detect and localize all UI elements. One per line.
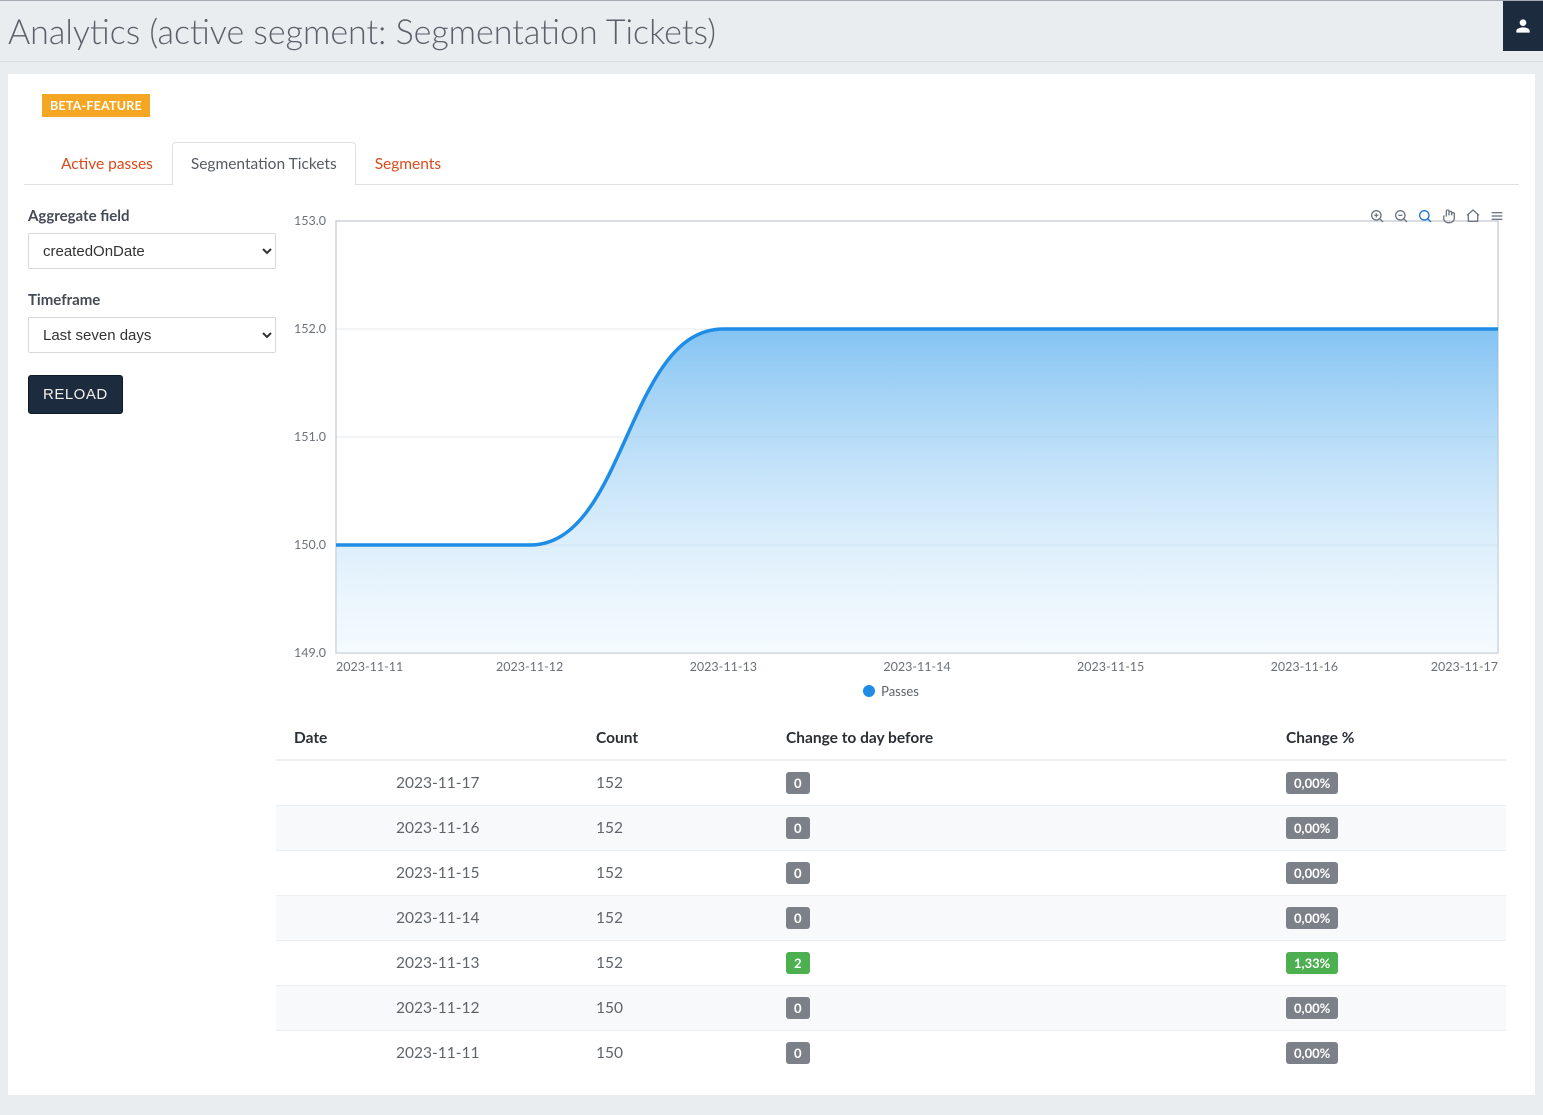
pct-chip: 1,33% [1286, 952, 1338, 974]
data-table: DateCountChange to day beforeChange % 20… [276, 717, 1506, 1075]
table-row: 2023-11-13152 2 1,33% [276, 941, 1506, 986]
cell-change: 0 [776, 1031, 1276, 1076]
home-icon[interactable] [1464, 207, 1482, 225]
tabs: Active passesSegmentation TicketsSegment… [24, 141, 1519, 185]
cell-change: 2 [776, 941, 1276, 986]
change-chip: 0 [786, 997, 810, 1019]
cell-count: 152 [586, 806, 776, 851]
svg-text:153.0: 153.0 [294, 213, 326, 228]
cell-date: 2023-11-16 [276, 806, 586, 851]
table-header: Change % [1276, 717, 1506, 760]
table-row: 2023-11-11150 0 0,00% [276, 1031, 1506, 1076]
cell-date: 2023-11-17 [276, 760, 586, 806]
pct-chip: 0,00% [1286, 907, 1338, 929]
svg-text:2023-11-15: 2023-11-15 [1077, 659, 1144, 674]
cell-count: 152 [586, 896, 776, 941]
cell-pct: 0,00% [1276, 896, 1506, 941]
zoom-in-icon[interactable] [1368, 207, 1386, 225]
user-menu-button[interactable] [1503, 1, 1543, 51]
cell-change: 0 [776, 986, 1276, 1031]
table-header: Date [276, 717, 586, 760]
aggregate-field-label: Aggregate field [28, 207, 276, 225]
cell-pct: 0,00% [1276, 806, 1506, 851]
cell-date: 2023-11-11 [276, 1031, 586, 1076]
legend-label: Passes [881, 683, 919, 699]
zoom-out-icon[interactable] [1392, 207, 1410, 225]
passes-chart[interactable]: 149.0 150.0 151.0 152.0 153.0 2023-11-11 2023-… [276, 211, 1506, 681]
cell-count: 152 [586, 760, 776, 806]
reload-button[interactable]: RELOAD [28, 375, 123, 414]
svg-text:149.0: 149.0 [294, 645, 326, 660]
cell-pct: 0,00% [1276, 760, 1506, 806]
cell-pct: 0,00% [1276, 1031, 1506, 1076]
menu-icon[interactable] [1488, 207, 1506, 225]
topbar: Analytics (active segment: Segmentation … [0, 0, 1543, 62]
change-chip: 2 [786, 952, 810, 974]
tab-segments[interactable]: Segments [356, 142, 460, 185]
timeframe-select[interactable]: Last seven days [28, 317, 276, 353]
table-header: Change to day before [776, 717, 1276, 760]
cell-change: 0 [776, 760, 1276, 806]
cell-date: 2023-11-13 [276, 941, 586, 986]
chart-area: 149.0 150.0 151.0 152.0 153.0 2023-11-11 2023-… [276, 211, 1506, 699]
cell-date: 2023-11-15 [276, 851, 586, 896]
cell-count: 152 [586, 851, 776, 896]
svg-text:2023-11-16: 2023-11-16 [1271, 659, 1338, 674]
change-chip: 0 [786, 817, 810, 839]
filter-sidebar: Aggregate field createdOnDate Timeframe … [24, 207, 276, 1075]
selection-zoom-icon[interactable] [1416, 207, 1434, 225]
cell-pct: 1,33% [1276, 941, 1506, 986]
beta-badge: BETA-FEATURE [42, 94, 150, 117]
pct-chip: 0,00% [1286, 862, 1338, 884]
svg-text:151.0: 151.0 [294, 429, 326, 444]
svg-text:150.0: 150.0 [294, 537, 326, 552]
legend-marker-icon [863, 685, 875, 697]
timeframe-label: Timeframe [28, 291, 276, 309]
cell-count: 152 [586, 941, 776, 986]
svg-text:2023-11-17: 2023-11-17 [1431, 659, 1498, 674]
cell-change: 0 [776, 806, 1276, 851]
svg-text:2023-11-12: 2023-11-12 [496, 659, 563, 674]
cell-pct: 0,00% [1276, 851, 1506, 896]
table-row: 2023-11-15152 0 0,00% [276, 851, 1506, 896]
pan-icon[interactable] [1440, 207, 1458, 225]
cell-count: 150 [586, 986, 776, 1031]
cell-change: 0 [776, 851, 1276, 896]
pct-chip: 0,00% [1286, 1042, 1338, 1064]
tab-segmentation-tickets[interactable]: Segmentation Tickets [172, 142, 356, 185]
cell-pct: 0,00% [1276, 986, 1506, 1031]
change-chip: 0 [786, 772, 810, 794]
change-chip: 0 [786, 1042, 810, 1064]
user-icon [1515, 18, 1531, 34]
table-row: 2023-11-17152 0 0,00% [276, 760, 1506, 806]
tab-active-passes[interactable]: Active passes [42, 142, 172, 185]
svg-text:152.0: 152.0 [294, 321, 326, 336]
chart-column: 149.0150.0151.0152.0153.02023-11-112023-… [276, 207, 1520, 1075]
change-chip: 0 [786, 862, 810, 884]
cell-date: 2023-11-12 [276, 986, 586, 1031]
main-card: BETA-FEATURE Active passesSegmentation T… [8, 74, 1535, 1095]
pct-chip: 0,00% [1286, 772, 1338, 794]
cell-date: 2023-11-14 [276, 896, 586, 941]
aggregate-field-select[interactable]: createdOnDate [28, 233, 276, 269]
table-row: 2023-11-16152 0 0,00% [276, 806, 1506, 851]
page-title: Analytics (active segment: Segmentation … [8, 11, 716, 52]
table-row: 2023-11-14152 0 0,00% [276, 896, 1506, 941]
chart-toolbar [1368, 207, 1506, 225]
svg-text:2023-11-13: 2023-11-13 [690, 659, 757, 674]
pct-chip: 0,00% [1286, 997, 1338, 1019]
svg-text:2023-11-14: 2023-11-14 [883, 659, 950, 674]
cell-count: 150 [586, 1031, 776, 1076]
svg-text:2023-11-11: 2023-11-11 [336, 659, 403, 674]
chart-legend: Passes [276, 683, 1506, 699]
cell-change: 0 [776, 896, 1276, 941]
pct-chip: 0,00% [1286, 817, 1338, 839]
change-chip: 0 [786, 907, 810, 929]
table-row: 2023-11-12150 0 0,00% [276, 986, 1506, 1031]
table-header: Count [586, 717, 776, 760]
